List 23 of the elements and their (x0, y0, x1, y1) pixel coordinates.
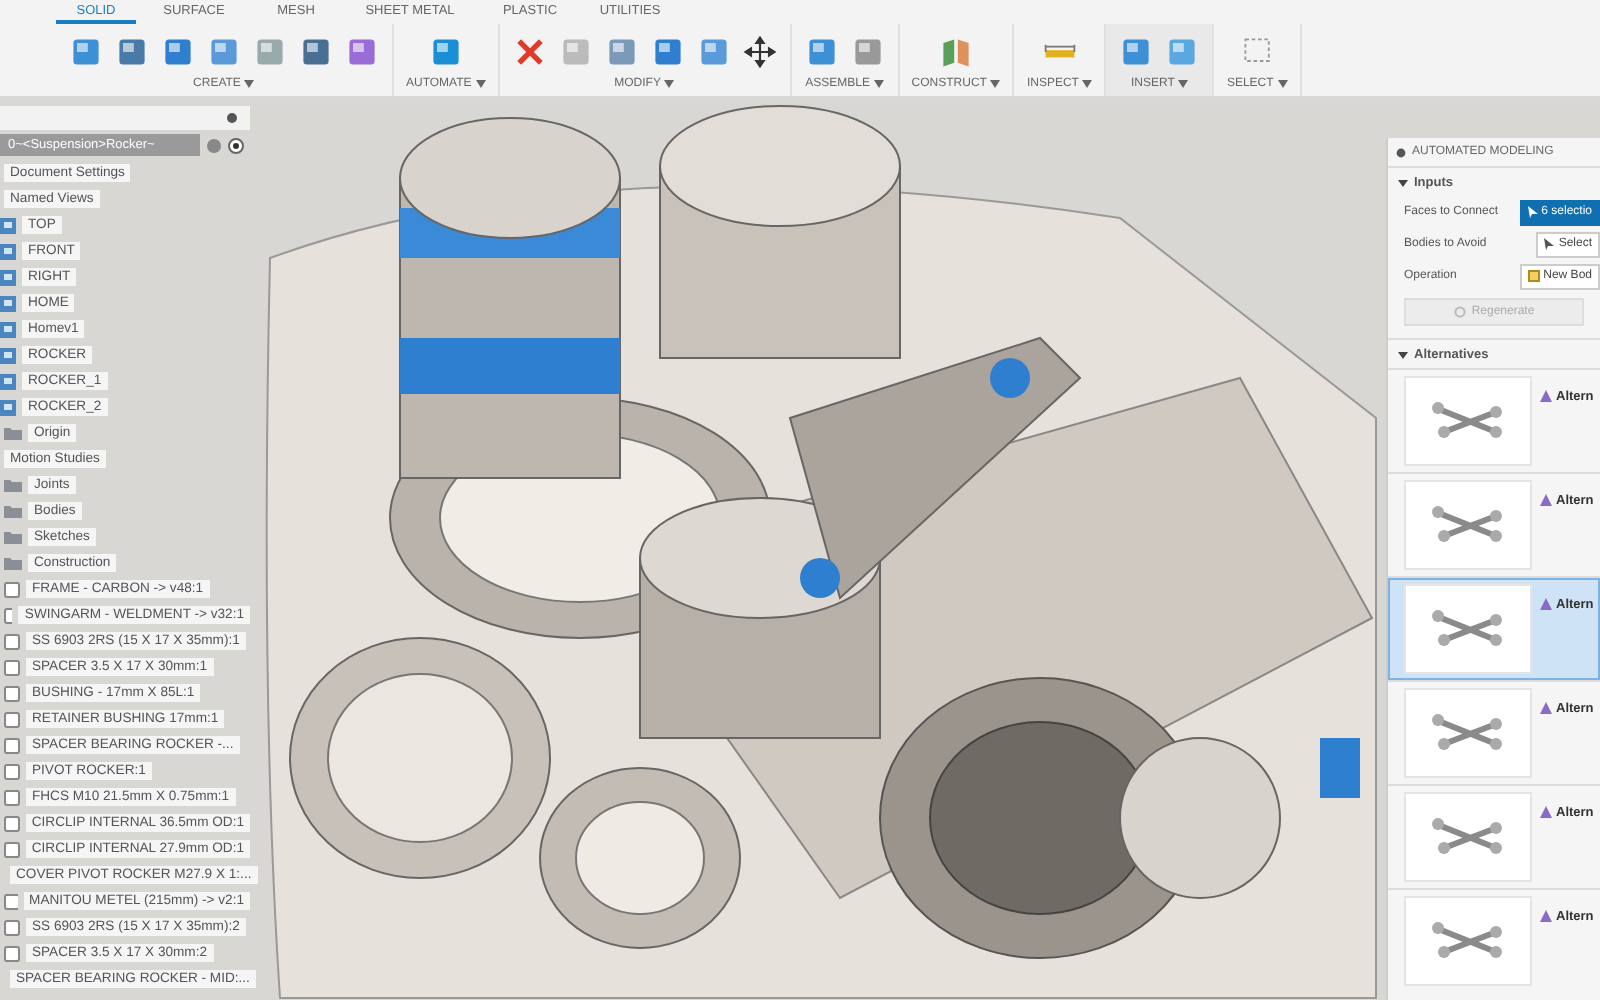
move-icon[interactable] (741, 34, 778, 70)
caret-icon (244, 80, 255, 88)
plane-icon[interactable] (938, 34, 975, 70)
design-icon (1540, 390, 1552, 402)
radio-icon[interactable] (228, 137, 244, 153)
caret-icon (990, 80, 1001, 88)
folder-icon (4, 426, 22, 440)
design-icon (1540, 702, 1552, 714)
caret-icon (873, 80, 884, 88)
expand-triangle-icon[interactable] (1398, 177, 1408, 187)
caret-icon (1178, 80, 1189, 88)
caret-icon (475, 80, 486, 88)
new-body-icon (1527, 270, 1540, 282)
caret-icon (1277, 80, 1288, 88)
cursor-icon (1544, 238, 1555, 250)
caret-icon (1082, 80, 1093, 88)
caret-icon (664, 80, 675, 88)
cursor-icon (1527, 206, 1538, 218)
design-icon (1540, 598, 1552, 610)
design-icon (1540, 806, 1552, 818)
design-icon (1540, 494, 1552, 506)
design-icon (1540, 910, 1552, 922)
expand-triangle-icon[interactable] (1398, 349, 1408, 359)
